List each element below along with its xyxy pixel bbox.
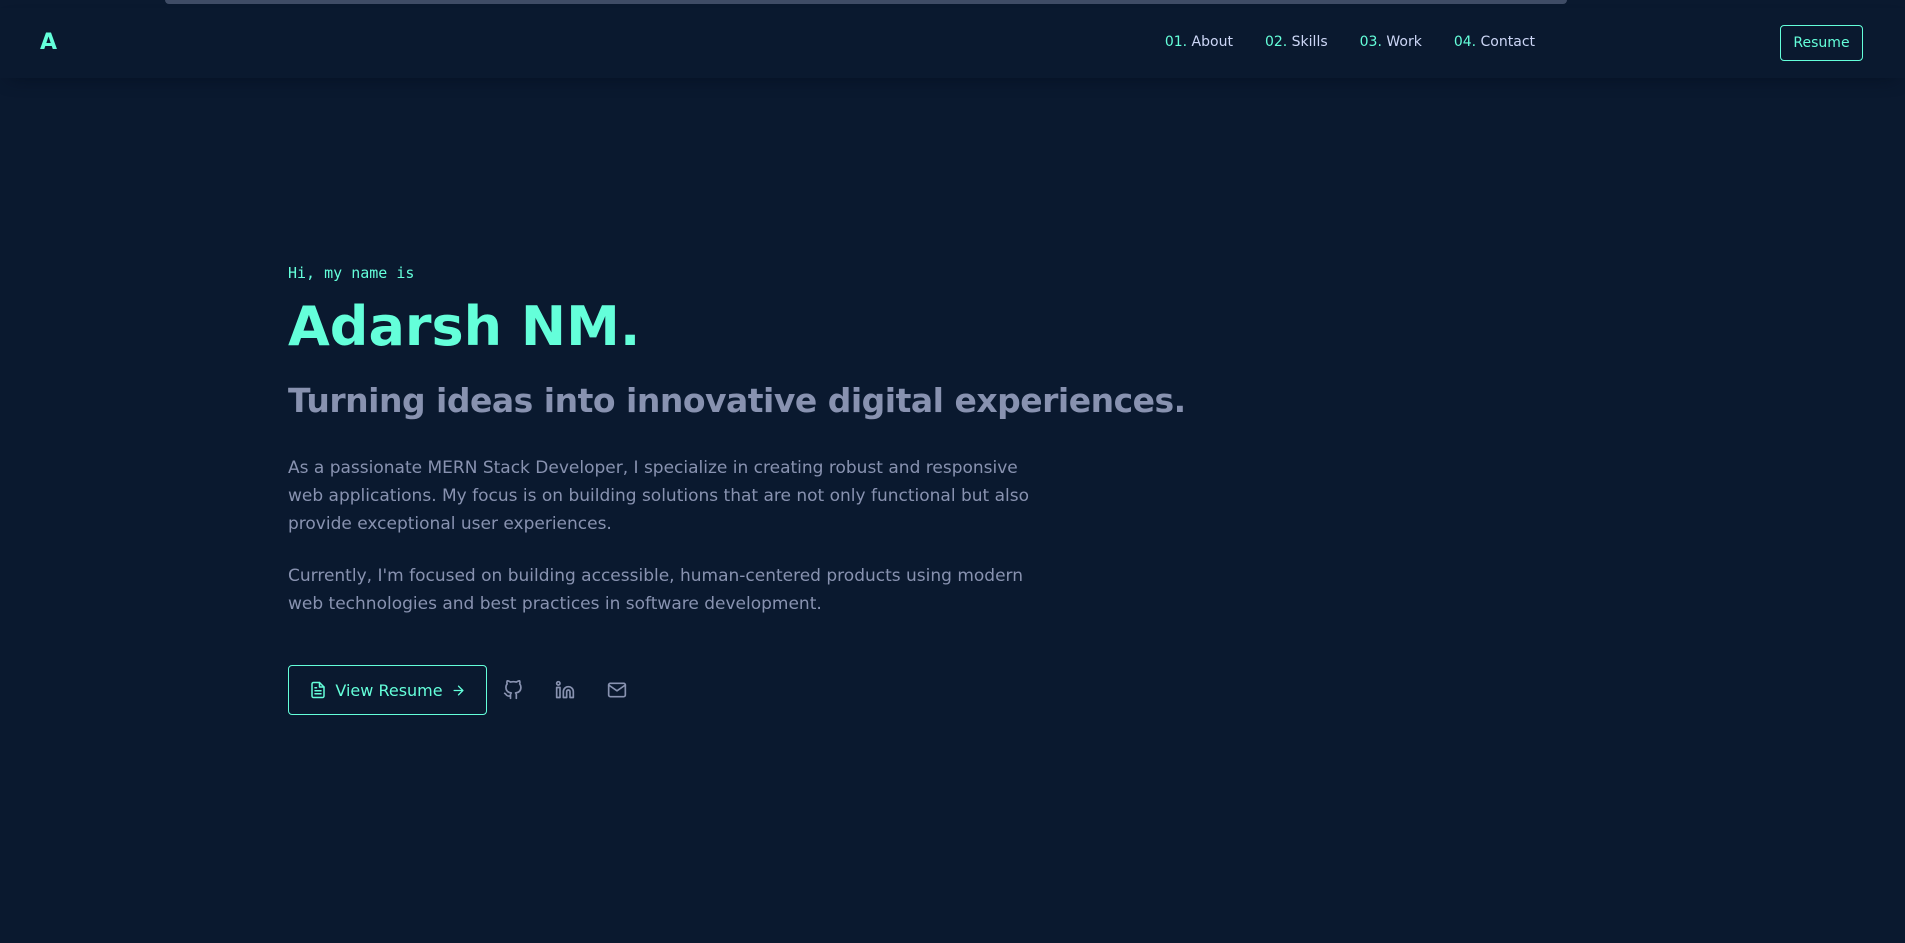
nav-item-contact[interactable]: 04. Contact	[1454, 34, 1535, 50]
resume-button[interactable]: Resume	[1780, 25, 1863, 61]
hero-actions: View Resume	[288, 665, 643, 715]
nav-label: About	[1191, 34, 1233, 50]
view-resume-button[interactable]: View Resume	[288, 665, 487, 715]
nav-links: 01. About 02. Skills 03. Work 04. Contac…	[1165, 34, 1535, 50]
nav-label: Work	[1386, 34, 1422, 50]
arrow-right-icon	[451, 683, 466, 698]
scroll-indicator	[165, 0, 1567, 4]
nav-item-skills[interactable]: 02. Skills	[1265, 34, 1328, 50]
email-link[interactable]	[591, 665, 643, 715]
nav-number: 03.	[1359, 34, 1382, 50]
linkedin-link[interactable]	[539, 665, 591, 715]
mail-icon	[607, 680, 627, 700]
nav-label: Contact	[1480, 34, 1535, 50]
browser-top-strip	[0, 0, 1905, 8]
bio-paragraph-2: Currently, I'm focused on building acces…	[288, 566, 1024, 614]
nav-item-work[interactable]: 03. Work	[1360, 34, 1422, 50]
nav-number: 01.	[1164, 34, 1188, 50]
logo[interactable]: A	[40, 30, 57, 55]
nav-number: 02.	[1264, 34, 1288, 50]
navbar: A 01. About 02. Skills 03. Work 04. Cont…	[0, 8, 1905, 78]
nav-number: 04.	[1453, 34, 1477, 50]
view-resume-label: View Resume	[335, 680, 443, 700]
hero-section: Hi, my name is Adarsh NM. Turning ideas …	[288, 264, 1188, 715]
nav-item-about[interactable]: 01. About	[1165, 34, 1233, 50]
bio-paragraph-1: As a passionate MERN Stack Developer, I …	[288, 458, 1029, 534]
hero-tagline: Turning ideas into innovative digital ex…	[288, 381, 1186, 420]
nav-label: Skills	[1291, 34, 1328, 50]
linkedin-icon	[555, 680, 575, 700]
greeting-text: Hi, my name is	[288, 264, 415, 282]
file-text-icon	[309, 681, 327, 699]
hero-name: Adarsh NM.	[288, 295, 641, 358]
github-link[interactable]	[487, 665, 539, 715]
github-icon	[503, 680, 523, 700]
